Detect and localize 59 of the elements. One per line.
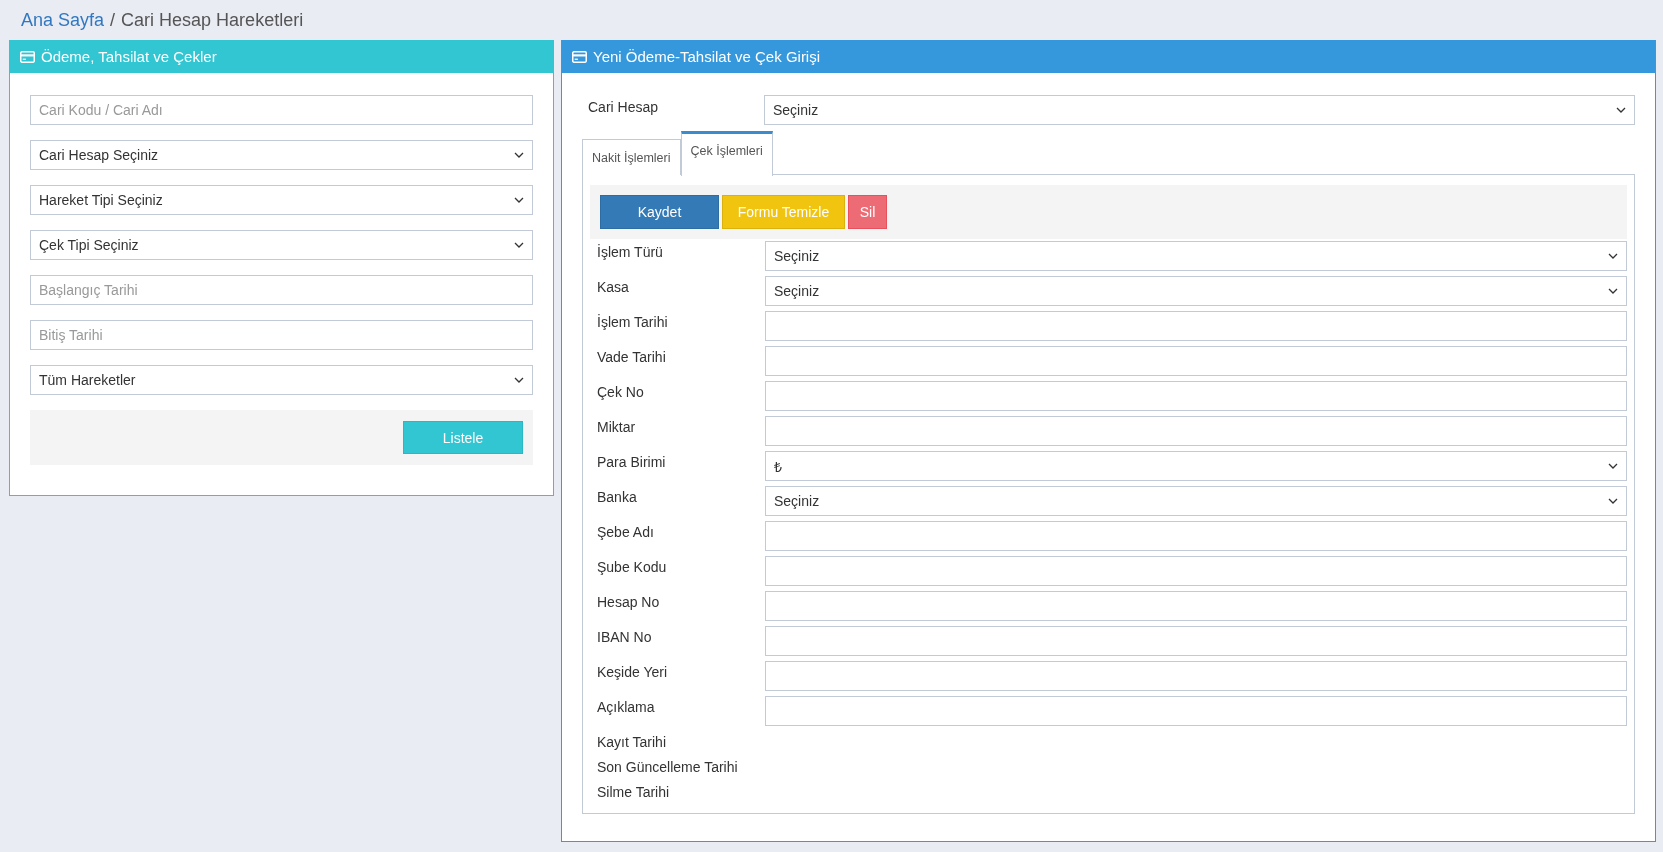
field-label: Çek No: [596, 383, 645, 400]
field-label: Para Birimi: [596, 453, 667, 470]
page-title: Cari Hesap Hareketleri: [121, 9, 304, 31]
field-label: İşlem Türü: [596, 243, 664, 260]
chevron-down-icon: [1608, 288, 1618, 294]
credit-card-icon: [20, 50, 35, 63]
text-input[interactable]: [765, 521, 1627, 551]
text-input[interactable]: [765, 626, 1627, 656]
field-label: İşlem Tarihi: [596, 313, 669, 330]
text-input[interactable]: [765, 591, 1627, 621]
field-label: Şube Kodu: [596, 558, 668, 575]
breadcrumb-separator: /: [110, 9, 116, 31]
select-dropdown[interactable]: Seçiniz: [765, 276, 1627, 306]
chevron-down-icon: [1608, 498, 1618, 504]
field-label: Vade Tarihi: [596, 348, 667, 365]
action-button[interactable]: Kaydet: [600, 195, 719, 229]
chevron-down-icon: [1608, 253, 1618, 259]
credit-card-icon: [572, 50, 587, 63]
chevron-down-icon: [514, 197, 524, 203]
field-label: Banka: [596, 488, 638, 505]
field-label: Kasa: [596, 278, 630, 295]
text-input[interactable]: [765, 661, 1627, 691]
field-label: Açıklama: [596, 698, 656, 715]
field-label: IBAN No: [596, 628, 653, 645]
panel-title: Ödeme, Tahsilat ve Çekler: [41, 48, 217, 65]
chevron-down-icon: [514, 152, 524, 158]
text-input[interactable]: Başlangıç Tarihi: [30, 275, 533, 305]
select-dropdown[interactable]: Seçiniz: [765, 486, 1627, 516]
panel-title: Yeni Ödeme-Tahsilat ve Çek Girişi: [593, 48, 821, 65]
tab[interactable]: Nakit İşlemleri: [582, 139, 681, 175]
select-dropdown[interactable]: ₺: [765, 451, 1627, 481]
field-label: Kayıt Tarihi: [596, 733, 667, 750]
text-input[interactable]: [765, 346, 1627, 376]
text-input[interactable]: Cari Kodu / Cari Adı: [30, 95, 533, 125]
text-input[interactable]: [765, 696, 1627, 726]
field-label: Hesap No: [596, 593, 661, 610]
text-input[interactable]: Bitiş Tarihi: [30, 320, 533, 350]
tab[interactable]: Çek İşlemleri: [680, 131, 773, 176]
select-dropdown[interactable]: Çek Tipi Seçiniz: [30, 230, 533, 260]
home-link[interactable]: Ana Sayfa: [21, 9, 105, 31]
field-label: Silme Tarihi: [596, 783, 671, 800]
select-dropdown[interactable]: Hareket Tipi Seçiniz: [30, 185, 533, 215]
text-input[interactable]: [765, 556, 1627, 586]
select-dropdown[interactable]: Cari Hesap Seçiniz: [30, 140, 533, 170]
chevron-down-icon: [514, 377, 524, 383]
field-label: Cari Hesap: [588, 98, 660, 115]
select-dropdown[interactable]: Tüm Hareketler: [30, 365, 533, 395]
select-dropdown[interactable]: Seçiniz: [765, 241, 1627, 271]
chevron-down-icon: [1608, 463, 1618, 469]
chevron-down-icon: [514, 242, 524, 248]
chevron-down-icon: [1616, 107, 1626, 113]
field-label: Şebe Adı: [596, 523, 655, 540]
text-input[interactable]: [765, 311, 1627, 341]
field-label: Keşide Yeri: [596, 663, 669, 680]
select-dropdown[interactable]: Seçiniz: [764, 95, 1635, 125]
text-input[interactable]: [765, 416, 1627, 446]
field-label: Miktar: [596, 418, 637, 435]
field-label: Son Güncelleme Tarihi: [596, 758, 739, 775]
text-input[interactable]: [765, 381, 1627, 411]
